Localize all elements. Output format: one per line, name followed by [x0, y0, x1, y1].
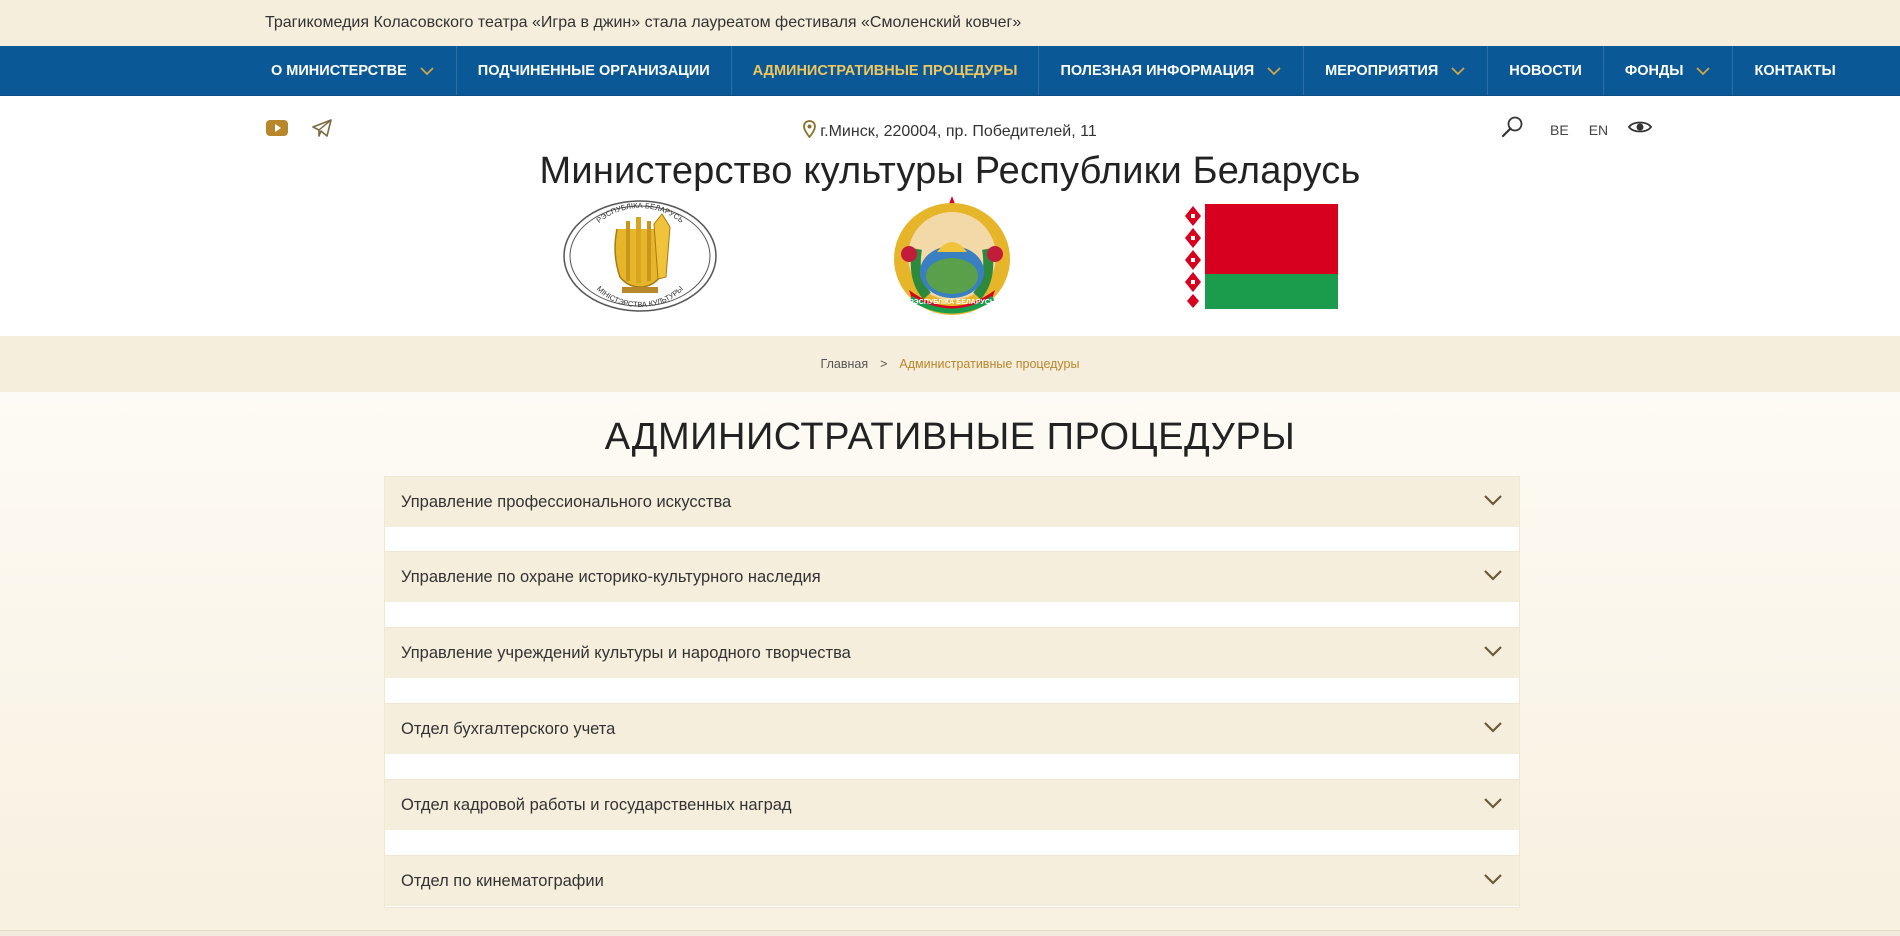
ticker-text[interactable]: Трагикомедия Коласовского театра «Игра в…: [265, 14, 1021, 32]
chevron-down-icon: [1266, 63, 1282, 79]
accordion-header[interactable]: Управление профессионального искусства: [385, 477, 1519, 527]
main-navigation: О МИНИСТЕРСТВЕ ПОДЧИНЕННЫЕ ОРГАНИЗАЦИИ АДМ…: [0, 46, 1900, 96]
eye-icon[interactable]: [1628, 119, 1653, 140]
accordion-item: Отдел кадровой работы и государственных …: [384, 780, 1520, 856]
nav-item-label: ПОДЧИНЕННЫЕ ОРГАНИЗАЦИИ: [477, 62, 710, 79]
nav-item-0[interactable]: О МИНИСТЕРСТВЕ: [250, 46, 457, 95]
chevron-down-icon: [1695, 63, 1711, 79]
accordion-item: Отдел бухгалтерского учета: [384, 704, 1520, 780]
chevron-down-icon[interactable]: [1483, 796, 1503, 815]
accordion-title: Отдел по кинематографии: [401, 871, 604, 890]
accordion-item: Управление по охране историко-культурног…: [384, 552, 1520, 628]
main-content: АДМИНИСТРАТИВНЫЕ ПРОЦЕДУРЫ Управление пр…: [0, 392, 1900, 936]
header-tools: BE EN: [1500, 115, 1653, 144]
chevron-down-icon: [419, 63, 435, 79]
breadcrumb-separator: >: [880, 357, 888, 371]
nav-item-3[interactable]: ПОЛЕЗНАЯ ИНФОРМАЦИЯ: [1039, 46, 1305, 95]
procedures-accordion: Управление профессионального искусства Уп…: [384, 476, 1520, 908]
nav-item-7[interactable]: КОНТАКТЫ: [1733, 46, 1856, 95]
language-en[interactable]: EN: [1589, 122, 1608, 138]
nav-item-label: АДМИНИСТРАТИВНЫЕ ПРОЦЕДУРЫ: [752, 62, 1018, 79]
accordion-header[interactable]: Отдел по кинематографии: [385, 856, 1519, 906]
chevron-down-icon[interactable]: [1483, 644, 1503, 663]
accordion-title: Отдел кадровой работы и государственных …: [401, 795, 792, 814]
accordion-header[interactable]: Управление по охране историко-культурног…: [385, 552, 1519, 602]
breadcrumb-home[interactable]: Главная: [821, 357, 869, 371]
nav-item-label: О МИНИСТЕРСТВЕ: [271, 62, 407, 79]
address-text: г.Минск, 220004, пр. Победителей, 11: [820, 122, 1097, 140]
language-be[interactable]: BE: [1550, 122, 1569, 138]
coat-of-arms-ribbon-text: РЭСПУБЛІКА БЕЛАРУСЬ: [909, 299, 995, 306]
nav-item-label: МЕРОПРИЯТИЯ: [1325, 62, 1439, 79]
site-header: г.Минск, 220004, пр. Победителей, 11 BE …: [0, 96, 1900, 336]
accordion-title: Отдел бухгалтерского учета: [401, 719, 616, 738]
chevron-down-icon: [1450, 63, 1466, 79]
nav-item-5[interactable]: НОВОСТИ: [1488, 46, 1604, 95]
chevron-down-icon[interactable]: [1483, 720, 1503, 739]
chevron-down-icon[interactable]: [1483, 568, 1503, 587]
nav-item-label: ПОЛЕЗНАЯ ИНФОРМАЦИЯ: [1060, 62, 1255, 79]
page-title: АДМИНИСТРАТИВНЫЕ ПРОЦЕДУРЫ: [604, 416, 1296, 458]
bottom-edge: [0, 930, 1900, 936]
nav-item-1[interactable]: ПОДЧИНЕННЫЕ ОРГАНИЗАЦИИ: [457, 46, 732, 95]
accordion-header[interactable]: Управление учреждений культуры и народно…: [385, 628, 1519, 678]
news-ticker[interactable]: Трагикомедия Коласовского театра «Игра в…: [0, 0, 1900, 46]
accordion-item: Управление профессионального искусства: [384, 476, 1520, 552]
accordion-title: Управление по охране историко-культурног…: [401, 567, 821, 586]
nav-item-6[interactable]: ФОНДЫ: [1604, 46, 1734, 95]
breadcrumb: Главная > Административные процедуры: [0, 336, 1900, 392]
nav-item-label: ФОНДЫ: [1624, 62, 1684, 79]
accordion-header[interactable]: Отдел бухгалтерского учета: [385, 704, 1519, 754]
nav-item-4[interactable]: МЕРОПРИЯТИЯ: [1304, 46, 1489, 95]
nav-item-label: НОВОСТИ: [1509, 62, 1582, 79]
accordion-item: Управление учреждений культуры и народно…: [384, 628, 1520, 704]
accordion-title: Управление учреждений культуры и народно…: [401, 643, 851, 662]
breadcrumb-current: Административные процедуры: [899, 357, 1080, 371]
accordion-title: Управление профессионального искусства: [401, 492, 732, 511]
accordion-item: Отдел по кинематографии: [384, 856, 1520, 908]
accordion-header[interactable]: Отдел кадровой работы и государственных …: [385, 780, 1519, 830]
ministry-emblem: РЭСПУБЛІКА БЕЛАРУСЬ МІНІСТЭРСТВА КУЛЬТУР…: [562, 199, 718, 318]
location-pin-icon: [803, 120, 817, 143]
site-title: Министерство культуры Республики Беларус…: [539, 150, 1361, 192]
coat-of-arms: РЭСПУБЛІКА БЕЛАРУСЬ: [887, 194, 1017, 325]
chevron-down-icon[interactable]: [1483, 872, 1503, 891]
search-icon[interactable]: [1500, 115, 1524, 144]
nav-item-2[interactable]: АДМИНИСТРАТИВНЫЕ ПРОЦЕДУРЫ: [732, 46, 1040, 95]
chevron-down-icon[interactable]: [1483, 493, 1503, 512]
nav-item-label: КОНТАКТЫ: [1754, 62, 1836, 79]
belarus-flag: [1181, 204, 1338, 309]
